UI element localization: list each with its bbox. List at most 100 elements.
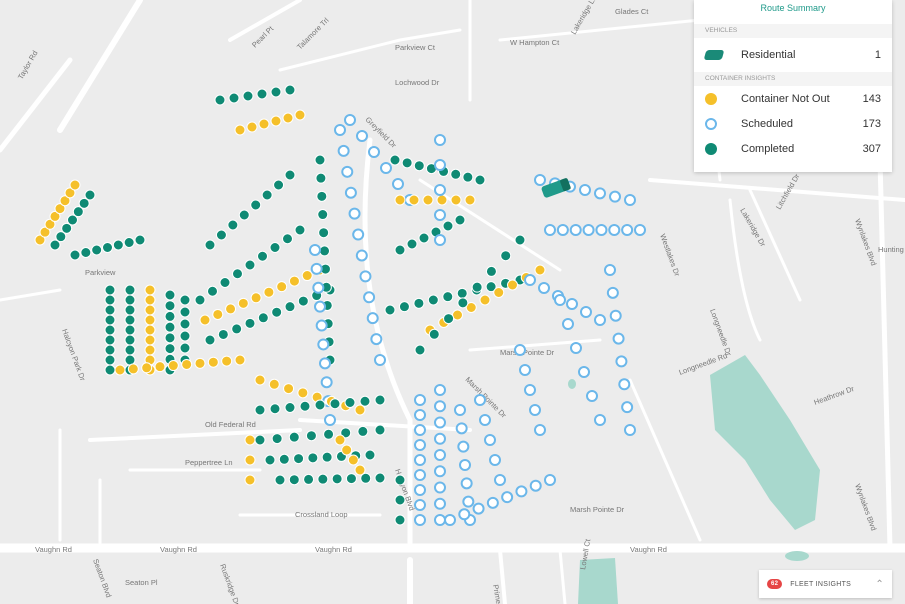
check-icon-marker[interactable]: [307, 452, 319, 464]
check-icon-marker[interactable]: [244, 317, 256, 329]
check-icon-marker[interactable]: [288, 474, 300, 486]
clock-icon-marker[interactable]: [414, 484, 426, 496]
exclamation-icon-marker[interactable]: [282, 112, 294, 124]
exclamation-icon-marker[interactable]: [394, 194, 406, 206]
clock-icon-marker[interactable]: [370, 333, 383, 346]
check-icon-marker[interactable]: [317, 209, 329, 221]
route-summary-title[interactable]: Route Summary: [694, 0, 892, 24]
check-icon-marker[interactable]: [443, 313, 455, 325]
exclamation-icon-marker[interactable]: [436, 194, 448, 206]
clock-icon-marker[interactable]: [624, 424, 636, 436]
check-icon-marker[interactable]: [394, 514, 406, 526]
clock-icon-marker[interactable]: [458, 508, 471, 521]
clock-icon-marker[interactable]: [494, 474, 506, 486]
clock-icon-marker[interactable]: [348, 207, 361, 220]
clock-icon-marker[interactable]: [459, 459, 471, 471]
clock-icon-marker[interactable]: [414, 439, 426, 451]
clock-icon-marker[interactable]: [434, 184, 446, 196]
vehicle-row-residential[interactable]: Residential 1: [694, 38, 892, 72]
clock-icon-marker[interactable]: [414, 454, 426, 466]
clock-icon-marker[interactable]: [414, 394, 426, 406]
check-icon-marker[interactable]: [274, 474, 286, 486]
check-icon-marker[interactable]: [364, 449, 376, 461]
exclamation-icon-marker[interactable]: [250, 292, 262, 304]
clock-icon-marker[interactable]: [374, 354, 386, 366]
check-icon-marker[interactable]: [124, 324, 136, 336]
clock-icon-marker[interactable]: [356, 130, 368, 142]
fleet-insights-button[interactable]: 62 FLEET INSIGHTS ⌃: [759, 570, 892, 598]
check-icon-marker[interactable]: [104, 344, 116, 356]
check-icon-marker[interactable]: [91, 244, 103, 256]
check-icon-marker[interactable]: [179, 306, 191, 318]
check-icon-marker[interactable]: [215, 229, 227, 241]
check-icon-marker[interactable]: [214, 94, 226, 106]
clock-icon-marker[interactable]: [615, 355, 628, 368]
clock-icon-marker[interactable]: [538, 282, 550, 294]
check-icon-marker[interactable]: [271, 433, 283, 445]
clock-icon-marker[interactable]: [320, 376, 333, 389]
clock-icon-marker[interactable]: [519, 364, 531, 376]
exclamation-icon-marker[interactable]: [294, 109, 306, 121]
insight-row-not-out[interactable]: Container Not Out 143: [694, 86, 892, 111]
clock-icon-marker[interactable]: [334, 124, 346, 136]
clock-icon-marker[interactable]: [414, 499, 426, 511]
check-icon-marker[interactable]: [284, 301, 296, 313]
check-icon-marker[interactable]: [112, 239, 124, 251]
check-icon-marker[interactable]: [104, 354, 116, 366]
check-icon-marker[interactable]: [345, 473, 357, 485]
check-icon-marker[interactable]: [124, 304, 136, 316]
exclamation-icon-marker[interactable]: [181, 358, 193, 370]
clock-icon-marker[interactable]: [594, 314, 606, 326]
check-icon-marker[interactable]: [250, 199, 262, 211]
exclamation-icon-marker[interactable]: [347, 454, 359, 466]
exclamation-icon-marker[interactable]: [114, 364, 126, 376]
clock-icon-marker[interactable]: [444, 514, 456, 526]
clock-icon-marker[interactable]: [434, 384, 446, 396]
clock-icon-marker[interactable]: [344, 114, 356, 126]
check-icon-marker[interactable]: [316, 190, 328, 202]
check-icon-marker[interactable]: [164, 321, 176, 333]
check-icon-marker[interactable]: [427, 294, 439, 306]
check-icon-marker[interactable]: [104, 324, 116, 336]
clock-icon-marker[interactable]: [472, 502, 485, 515]
clock-icon-marker[interactable]: [524, 384, 536, 396]
exclamation-icon-marker[interactable]: [254, 374, 266, 386]
check-icon-marker[interactable]: [164, 332, 176, 344]
clock-icon-marker[interactable]: [586, 390, 598, 402]
check-icon-marker[interactable]: [305, 430, 317, 442]
clock-icon-marker[interactable]: [594, 414, 606, 426]
clock-icon-marker[interactable]: [634, 224, 646, 236]
check-icon-marker[interactable]: [331, 473, 343, 485]
clock-icon-marker[interactable]: [457, 440, 470, 453]
clock-icon-marker[interactable]: [609, 190, 621, 203]
check-icon-marker[interactable]: [270, 86, 282, 98]
exclamation-icon-marker[interactable]: [144, 334, 156, 346]
exclamation-icon-marker[interactable]: [268, 378, 280, 390]
check-icon-marker[interactable]: [179, 318, 191, 330]
exclamation-icon-marker[interactable]: [234, 354, 246, 366]
exclamation-icon-marker[interactable]: [301, 270, 313, 282]
clock-icon-marker[interactable]: [474, 394, 486, 406]
check-icon-marker[interactable]: [164, 310, 176, 322]
clock-icon-marker[interactable]: [414, 409, 426, 421]
clock-icon-marker[interactable]: [434, 159, 446, 171]
insight-row-scheduled[interactable]: Scheduled 173: [694, 111, 892, 136]
check-icon-marker[interactable]: [319, 245, 331, 257]
check-icon-marker[interactable]: [124, 284, 136, 296]
clock-icon-marker[interactable]: [595, 224, 608, 236]
exclamation-icon-marker[interactable]: [276, 281, 288, 293]
check-icon-marker[interactable]: [293, 453, 305, 465]
clock-icon-marker[interactable]: [434, 416, 446, 429]
clock-icon-marker[interactable]: [312, 281, 325, 294]
clock-icon-marker[interactable]: [414, 469, 426, 481]
check-icon-marker[interactable]: [374, 424, 386, 436]
check-icon-marker[interactable]: [394, 474, 406, 486]
clock-icon-marker[interactable]: [569, 224, 582, 236]
exclamation-icon-marker[interactable]: [69, 179, 81, 191]
clock-icon-marker[interactable]: [608, 224, 621, 236]
check-icon-marker[interactable]: [124, 294, 136, 306]
clock-icon-marker[interactable]: [434, 234, 446, 246]
exclamation-icon-marker[interactable]: [270, 115, 282, 127]
check-icon-marker[interactable]: [454, 214, 466, 226]
clock-icon-marker[interactable]: [366, 312, 379, 325]
